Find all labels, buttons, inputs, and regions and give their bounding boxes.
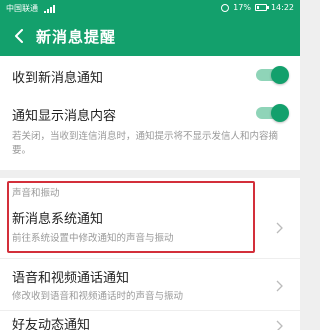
receive-notifications-row[interactable]: 收到新消息通知	[0, 56, 300, 94]
status-right: 17% 14:22	[221, 3, 294, 12]
voice-video-row[interactable]: 语音和视频通话通知 修改收到语音和视频通话时的声音与振动	[0, 258, 300, 310]
show-content-label: 通知显示消息内容	[12, 109, 117, 124]
show-content-toggle[interactable]	[256, 104, 289, 122]
show-content-hint: 若关闭，当收到连信消息时，通知提示将不显示发信人和内容摘要。	[12, 131, 279, 156]
receive-notifications-label: 收到新消息通知	[12, 71, 104, 86]
show-content-row: 通知显示消息内容 若关闭，当收到连信消息时，通知提示将不显示发信人和内容摘要。	[0, 94, 300, 170]
system-notification-row[interactable]: 新消息系统通知 前往系统设置中修改通知的声音与振动	[0, 200, 300, 252]
clock: 14:22	[270, 3, 294, 12]
friend-updates-label: 好友动态通知	[12, 318, 91, 330]
system-notification-subtitle: 前往系统设置中修改通知的声音与振动	[12, 233, 174, 244]
battery-percent: 17%	[233, 3, 251, 12]
alarm-icon	[221, 3, 230, 12]
signal-icon	[43, 4, 55, 13]
chevron-right-icon	[276, 219, 286, 234]
voice-video-label: 语音和视频通话通知	[12, 271, 130, 286]
receive-notifications-toggle[interactable]	[256, 66, 289, 84]
toggle-knob	[271, 104, 289, 122]
section-divider	[0, 170, 300, 178]
system-notification-label: 新消息系统通知	[12, 212, 104, 227]
back-arrow-icon[interactable]	[8, 25, 30, 47]
section-header-sound: 声音和振动	[12, 188, 60, 199]
page-title: 新消息提醒	[36, 28, 117, 46]
chevron-right-icon	[276, 317, 286, 330]
status-bar: 中国联通 17% 14:22	[0, 0, 300, 16]
voice-video-subtitle: 修改收到语音和视频通话时的声音与振动	[12, 291, 184, 302]
toggle-knob	[271, 66, 289, 84]
friend-updates-row[interactable]: 好友动态通知	[0, 310, 300, 330]
title-bar: 新消息提醒	[0, 16, 300, 56]
chevron-right-icon	[276, 277, 286, 292]
status-left: 中国联通	[6, 3, 55, 14]
battery-icon	[254, 4, 269, 11]
carrier-label: 中国联通	[6, 4, 38, 13]
